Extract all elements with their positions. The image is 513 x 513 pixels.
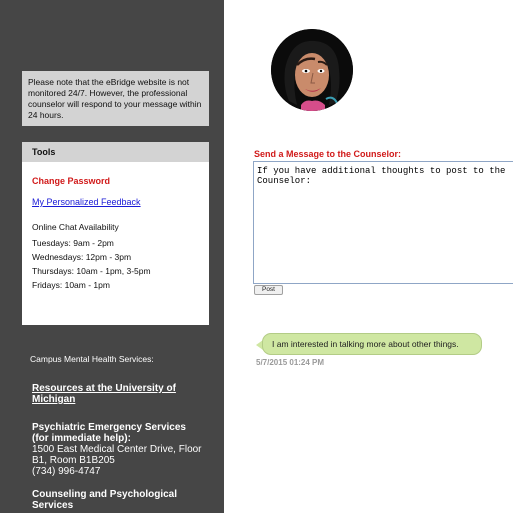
psych-emergency-phone: (734) 996-4747 bbox=[32, 466, 101, 477]
chat-message-bubble: I am interested in talking more about ot… bbox=[262, 333, 482, 355]
post-button[interactable]: Post bbox=[254, 285, 283, 295]
notice-text: Please note that the eBridge website is … bbox=[28, 77, 202, 120]
tools-panel: Tools Change Password My Personalized Fe… bbox=[22, 142, 209, 325]
chat-message-timestamp: 5/7/2015 01:24 PM bbox=[256, 358, 325, 367]
counselor-portrait-icon bbox=[271, 29, 353, 111]
change-password-link[interactable]: Change Password bbox=[32, 176, 110, 186]
campus-services-title: Campus Mental Health Services: bbox=[30, 354, 154, 364]
tools-header: Tools bbox=[22, 142, 209, 162]
availability-list: Tuesdays: 9am - 2pm Wednesdays: 12pm - 3… bbox=[32, 236, 151, 292]
psych-emergency-name: Psychiatric Emergency Services (for imme… bbox=[32, 422, 186, 444]
caps-name: Counseling and Psychological Services bbox=[32, 489, 178, 511]
personalized-feedback-link[interactable]: My Personalized Feedback bbox=[32, 197, 141, 207]
availability-item: Fridays: 10am - 1pm bbox=[32, 280, 110, 290]
availability-item: Wednesdays: 12pm - 3pm bbox=[32, 252, 132, 262]
caps-block: Counseling and Psychological Services bbox=[32, 489, 202, 511]
availability-item: Thursdays: 10am - 1pm, 3-5pm bbox=[32, 266, 151, 276]
counselor-avatar bbox=[271, 29, 353, 111]
availability-item: Tuesdays: 9am - 2pm bbox=[32, 238, 114, 248]
availability-title: Online Chat Availability bbox=[32, 222, 119, 232]
resources-link[interactable]: Resources at the University of Michigan bbox=[32, 383, 202, 405]
send-message-label: Send a Message to the Counselor: bbox=[254, 149, 402, 159]
message-textarea[interactable]: If you have additional thoughts to post … bbox=[253, 161, 513, 284]
notice-box: Please note that the eBridge website is … bbox=[22, 71, 209, 126]
psych-emergency-address: 1500 East Medical Center Drive, Floor B1… bbox=[32, 444, 202, 466]
psych-emergency-block: Psychiatric Emergency Services (for imme… bbox=[32, 422, 202, 477]
sidebar: Please note that the eBridge website is … bbox=[0, 0, 224, 513]
